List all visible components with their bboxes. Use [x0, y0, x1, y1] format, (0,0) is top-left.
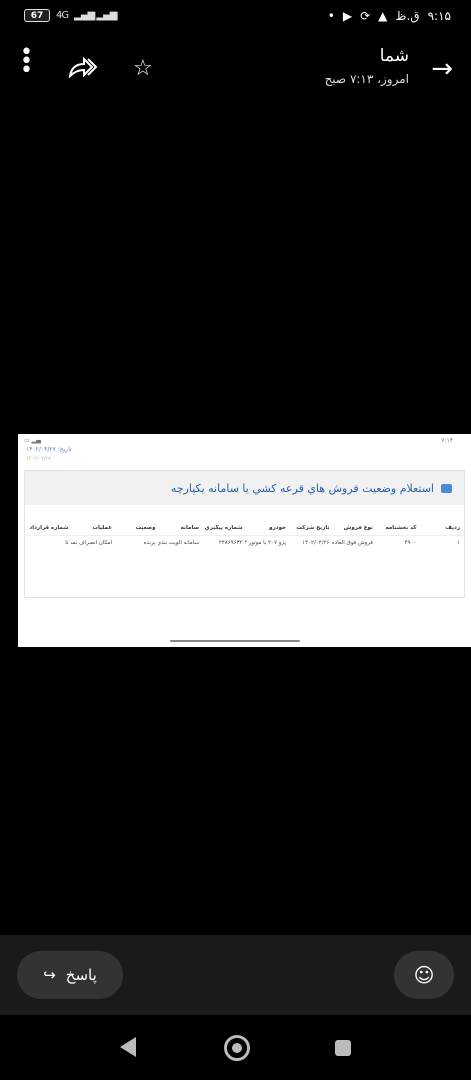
- inquiry-card: استعلام وضعيت فروش هاي قرعه کشي يا سامان…: [24, 470, 465, 598]
- table-cell: ۱: [457, 540, 460, 546]
- column-header: خودرو: [269, 525, 286, 531]
- table-cell: ۱۴۰۲/۰۴/۲۶: [302, 540, 330, 546]
- viewer-header: • • • ☆ شما امروز، ۷:۱۳ صبح →: [0, 34, 471, 106]
- table-row: ۱ ۴۹۰۰ فروش فوق العاده ۱۴۰۲/۰۴/۲۶ پژو ۲۰…: [25, 536, 464, 550]
- reply-button[interactable]: ↪ پاسخ: [17, 951, 123, 999]
- nav-back-icon[interactable]: [120, 1037, 136, 1057]
- status-left: 67 4G ▂▄▆ ▂▄▆: [24, 9, 117, 22]
- bottom-bar: ↪ پاسخ ☺: [0, 935, 471, 1015]
- date-sub: ۱۴۰۲/۰۴/۲۷: [26, 456, 51, 462]
- nav-bar: [0, 1015, 471, 1080]
- column-header: تاريخ شرکت: [296, 525, 330, 531]
- network-icon: 4G: [56, 10, 69, 21]
- mini-status-bar: ▭ ▂▄ ۷:۱۴: [18, 434, 471, 446]
- table-cell: سامانه الويت بندي: [157, 540, 200, 546]
- table-cell: امکان انصراف نمي باشد: [71, 540, 113, 546]
- signal-icon: ▂▄▆ ▂▄▆: [74, 10, 117, 21]
- table-cell: تا: [65, 540, 69, 546]
- status-right: ۹:۱۵ ق.ظ ▲ ⟳ ▶ •: [328, 9, 451, 23]
- table-cell: فروش فوق العاده: [331, 540, 373, 546]
- dot-icon: •: [327, 9, 335, 23]
- reply-label: پاسخ: [65, 966, 97, 984]
- form-icon: [441, 484, 452, 493]
- table-header: رديف کد بخشنامه نوع فروش تاريخ شرکت خودر…: [25, 521, 464, 536]
- sync-icon: ⟳: [360, 9, 371, 23]
- forward-all-icon[interactable]: [68, 56, 98, 84]
- column-header: رديف: [445, 525, 460, 531]
- mini-time: ۷:۱۴: [441, 437, 453, 444]
- table-cell: ۲۴۸۶۹۶۳۲: [218, 540, 243, 546]
- emoji-icon[interactable]: ☺: [394, 951, 454, 999]
- column-header: عمليات: [92, 525, 112, 531]
- carrier-indicators: ق.ظ: [395, 9, 420, 23]
- reply-icon: ↪: [43, 966, 56, 984]
- column-header: سامانه: [180, 525, 199, 531]
- home-indicator: [170, 640, 300, 642]
- screenshot-image[interactable]: ▭ ▂▄ ۷:۱۴ تاریخ: ۱۴۰۲/۰۴/۲۷ ۱۴۰۲/۰۴/۲۷ ا…: [18, 434, 471, 647]
- clock: ۹:۱۵: [427, 9, 451, 23]
- card-title: استعلام وضعيت فروش هاي قرعه کشي يا سامان…: [170, 482, 434, 495]
- star-icon[interactable]: ☆: [133, 56, 153, 81]
- column-header: کد بخشنامه: [385, 525, 417, 531]
- date-label: تاریخ: ۱۴۰۲/۰۴/۲۷: [26, 446, 72, 453]
- message-time: امروز، ۷:۱۳ صبح: [324, 72, 409, 86]
- table-cell: پژو ۲۰۷ با موتور TU۳: [244, 540, 287, 546]
- column-header: شماره پيگيري: [204, 525, 243, 531]
- table-cell: ۴۹۰۰: [404, 540, 417, 546]
- column-header: وضعيت: [135, 525, 156, 531]
- mini-signal-icon: ▭ ▂▄: [24, 437, 41, 444]
- more-icon[interactable]: • • •: [20, 42, 33, 82]
- column-header: شماره قرارداد آخرين: [27, 525, 69, 531]
- sender-name: شما: [379, 46, 409, 66]
- nav-recent-icon[interactable]: [335, 1040, 351, 1056]
- status-bar: 67 4G ▂▄▆ ▂▄▆ ۹:۱۵ ق.ظ ▲ ⟳ ▶ •: [0, 0, 471, 34]
- nav-home-icon[interactable]: [224, 1035, 250, 1061]
- play-icon: ▶: [342, 9, 353, 23]
- back-arrow-icon[interactable]: →: [431, 54, 453, 84]
- column-header: نوع فروش: [343, 525, 373, 531]
- battery-icon: 67: [24, 9, 50, 22]
- card-header: استعلام وضعيت فروش هاي قرعه کشي يا سامان…: [25, 471, 464, 505]
- warning-icon: ▲: [378, 9, 388, 23]
- table-cell: برنده: [143, 540, 156, 546]
